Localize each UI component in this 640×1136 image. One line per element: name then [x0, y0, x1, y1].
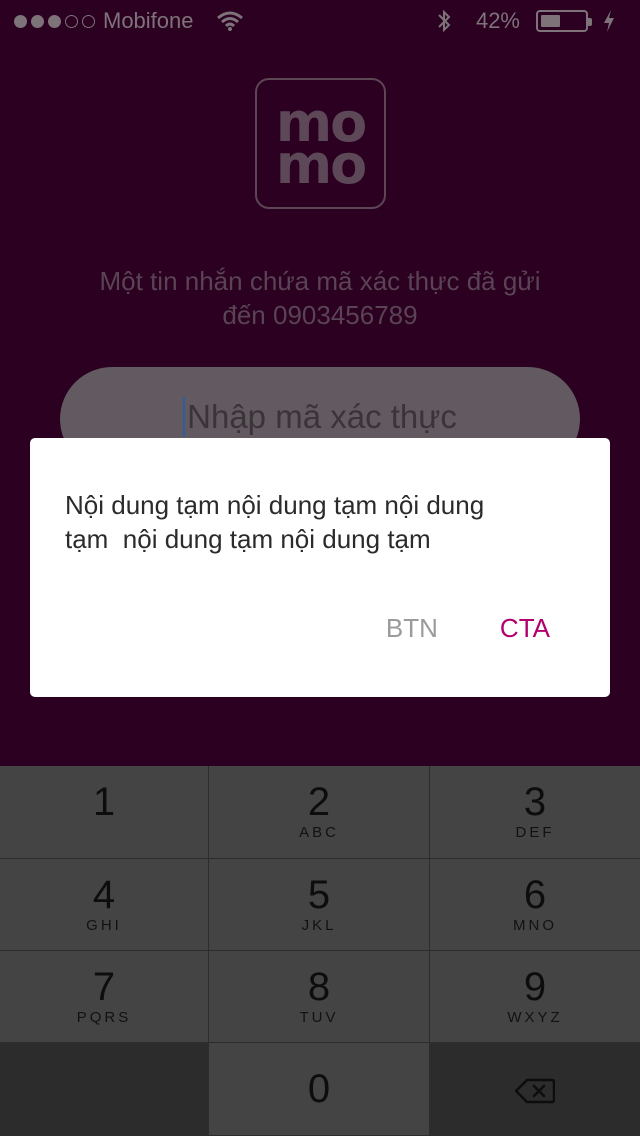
logo-line-2: mo [275, 132, 367, 196]
key-blank [0, 1043, 209, 1136]
carrier-name: Mobifone [103, 8, 194, 33]
dialog-actions: BTN CTA [356, 608, 610, 648]
battery-percent: 42% [475, 8, 520, 33]
charging-icon [604, 10, 614, 32]
primary-button[interactable]: CTA [468, 608, 610, 648]
key-4[interactable]: 4 GHI [0, 859, 209, 951]
numeric-keypad: 1 2 ABC 3 DEF 4 GHI 5 JKL 6 MNO 7 PQRS 8… [0, 766, 640, 1136]
key-8[interactable]: 8 TUV [209, 951, 430, 1043]
key-0[interactable]: 0 [209, 1043, 430, 1136]
wifi-icon [216, 11, 243, 31]
key-5[interactable]: 5 JKL [209, 859, 430, 951]
input-placeholder: Nhập mã xác thực [187, 398, 457, 435]
key-3[interactable]: 3 DEF [430, 766, 640, 859]
dialog-message: Nội dung tạm nội dung tạm nội dung tạm n… [65, 490, 485, 554]
bluetooth-icon [438, 9, 451, 33]
key-7[interactable]: 7 PQRS [0, 951, 209, 1043]
text-caret [183, 397, 186, 437]
momo-logo: mo mo [255, 78, 386, 209]
backspace-icon [515, 1078, 555, 1104]
status-bar: Mobifone 42% [0, 0, 640, 40]
signal-strength-icon [14, 14, 95, 28]
status-left: Mobifone [14, 8, 244, 33]
key-9[interactable]: 9 WXYZ [430, 951, 640, 1043]
alert-dialog: Nội dung tạm nội dung tạm nội dung tạm n… [30, 438, 610, 697]
secondary-button[interactable]: BTN [356, 608, 468, 648]
key-2[interactable]: 2 ABC [209, 766, 430, 859]
key-1[interactable]: 1 [0, 766, 209, 859]
message-line-2: đến 0903456789 [222, 300, 418, 330]
status-right: 42% [436, 8, 616, 33]
message-line-1: Một tin nhắn chứa mã xác thực đã gửi [99, 266, 541, 296]
battery-icon [536, 10, 592, 32]
key-6[interactable]: 6 MNO [430, 859, 640, 951]
delete-key[interactable] [430, 1043, 640, 1136]
verification-message: Một tin nhắn chứa mã xác thực đã gửi đến… [60, 264, 580, 332]
